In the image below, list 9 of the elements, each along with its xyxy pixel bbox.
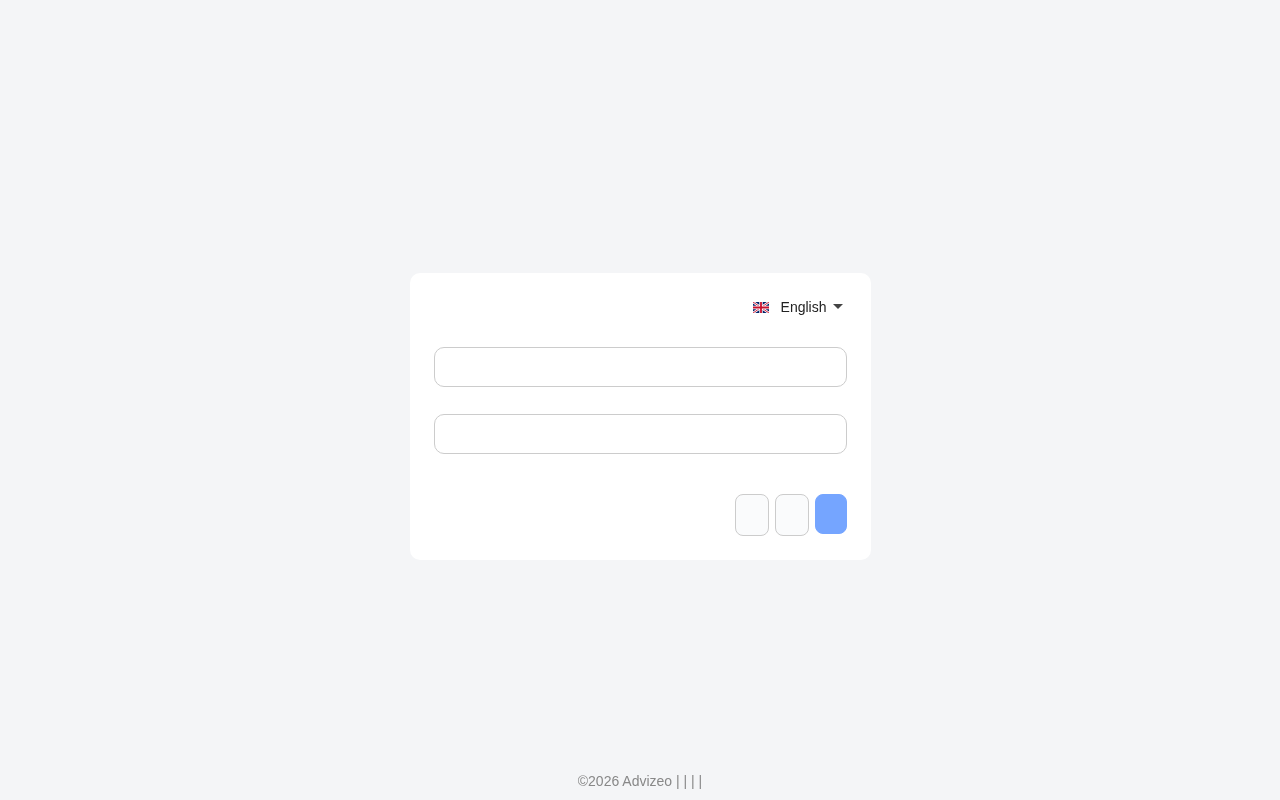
button[interactable] [734,494,769,536]
input-field[interactable] [433,347,847,387]
input-field[interactable] [433,414,847,454]
button[interactable] [774,494,809,536]
footer-text: ©2026 Advizeo | | | | [576,773,704,791]
language-dropdown[interactable]: English [748,295,847,319]
button[interactable] [814,494,847,534]
flag-icon [752,301,769,313]
caret-icon [832,304,843,310]
